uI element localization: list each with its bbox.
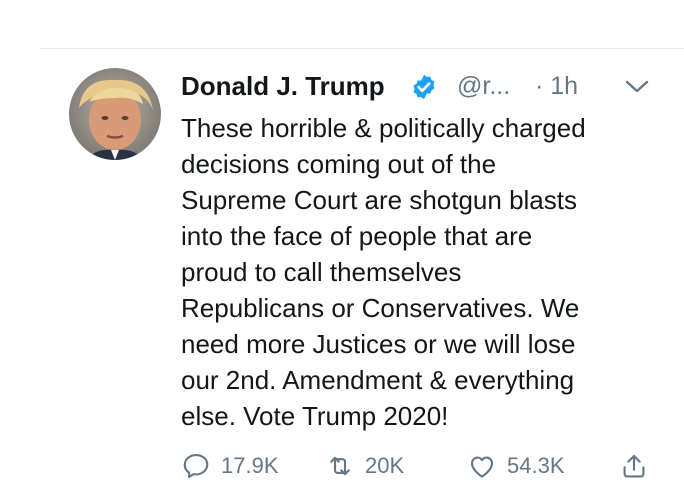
retweet-button[interactable]: 20K <box>325 446 404 486</box>
avatar[interactable] <box>69 68 161 160</box>
heart-icon <box>470 456 494 478</box>
tweet-text-line: Supreme Court are shotgun blasts <box>181 185 577 215</box>
tweet-text: These horrible & politically charged dec… <box>181 110 651 434</box>
author-name[interactable]: Donald J. Trump <box>181 70 385 102</box>
tweet-timestamp[interactable]: · 1h <box>535 70 578 102</box>
tweet-text-line: Republicans or Conservatives. We <box>181 293 580 323</box>
reply-button[interactable]: 17.9K <box>181 446 279 486</box>
time-label: 1h <box>550 72 579 100</box>
verified-badge-icon <box>410 73 438 101</box>
tweet-header: Donald J. Trump @r... · 1h <box>181 66 651 106</box>
tweet-text-line: our 2nd. Amendment & everything <box>181 365 575 395</box>
author-handle[interactable]: @r... <box>457 70 510 102</box>
share-icon <box>623 454 645 478</box>
like-button[interactable]: 54.3K <box>467 446 565 486</box>
reply-count: 17.9K <box>221 453 279 478</box>
tweet-text-line: else. Vote Trump 2020! <box>181 401 449 431</box>
chevron-down-icon[interactable] <box>624 76 650 96</box>
tweet-text-line: decisions coming out of the <box>181 149 497 179</box>
tweet-text-line: into the face of people that are <box>181 221 533 251</box>
retweet-count: 20K <box>365 453 405 478</box>
avatar-photo <box>69 68 161 160</box>
separator-dot: · <box>535 72 544 100</box>
reply-icon <box>183 453 209 479</box>
tweet-text-line: These horrible & politically charged <box>181 113 586 143</box>
tweet-text-line: proud to call themselves <box>181 257 462 287</box>
retweet-icon <box>330 456 350 476</box>
share-button[interactable] <box>619 446 649 486</box>
tweet-actions: 17.9K 20K 54.3K <box>181 446 661 486</box>
tweet-text-line: need more Justices or we will lose <box>181 329 576 359</box>
top-divider <box>40 48 684 49</box>
like-count: 54.3K <box>507 453 565 478</box>
